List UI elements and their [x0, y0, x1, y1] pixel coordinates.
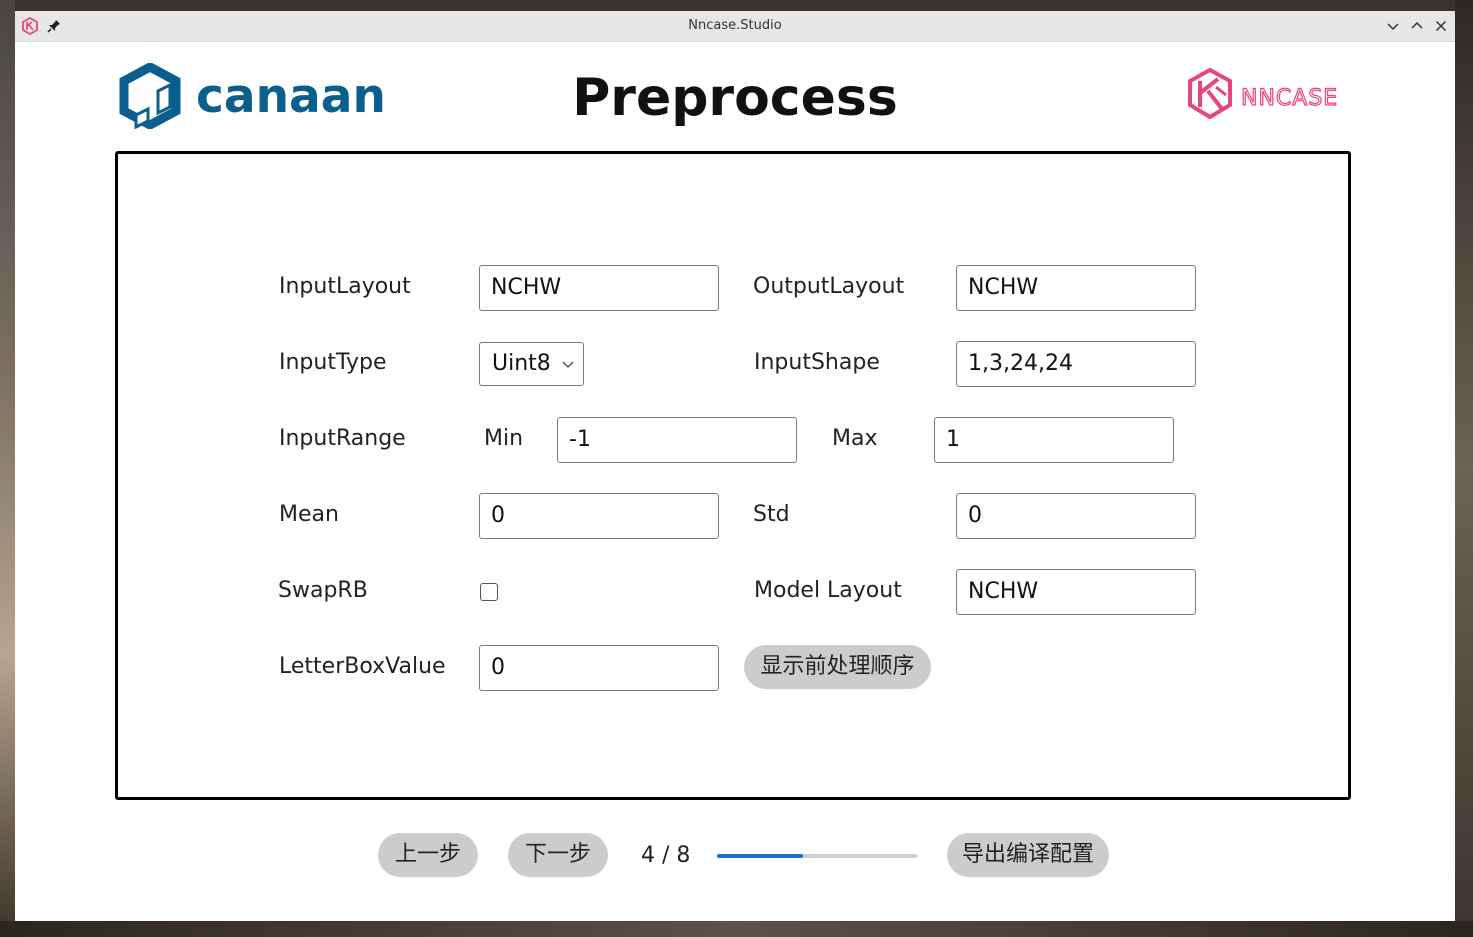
output-layout-field[interactable]: NCHW [956, 265, 1196, 311]
page-title: Preprocess [572, 68, 898, 128]
input-range-min-label: Min [484, 426, 524, 451]
output-layout-label: OutputLayout [753, 274, 905, 299]
mean-field[interactable]: 0 [479, 493, 719, 539]
letterbox-value-label: LetterBoxValue [279, 654, 446, 679]
window-title: Nncase.Studio [688, 18, 782, 33]
preprocess-panel [115, 151, 1351, 800]
nncase-logo-graphic: NNCASE [1188, 67, 1338, 120]
swap-rb-label: SwapRB [278, 578, 368, 603]
input-range-max-field[interactable]: 1 [934, 417, 1174, 463]
desktop-background-right [1455, 0, 1473, 937]
export-compile-config-button[interactable]: 导出编译配置 [947, 833, 1109, 877]
canaan-hexagon-icon [119, 63, 181, 129]
next-step-button[interactable]: 下一步 [508, 833, 608, 877]
input-range-label: InputRange [279, 426, 406, 451]
input-shape-label: InputShape [754, 350, 880, 375]
maximize-chevron-up-icon[interactable] [1408, 17, 1426, 35]
minimize-chevron-down-icon[interactable] [1384, 17, 1402, 35]
show-preprocess-order-button[interactable]: 显示前处理顺序 [744, 645, 931, 689]
input-layout-field[interactable]: NCHW [479, 265, 719, 311]
title-bar[interactable]: Nncase.Studio [15, 11, 1455, 42]
input-type-selected-value: Uint8 [492, 351, 551, 376]
mean-label: Mean [279, 502, 339, 527]
desktop-background-left [0, 0, 15, 937]
swap-rb-checkbox[interactable] [480, 583, 498, 601]
desktop-background-bottom [0, 921, 1473, 937]
input-type-select[interactable]: Uint8 [479, 342, 584, 386]
app-window: Nncase.Studio canaan Preprocess NNCASE I… [15, 11, 1455, 921]
close-icon[interactable] [1432, 17, 1450, 35]
input-range-min-field[interactable]: -1 [557, 417, 797, 463]
previous-step-button[interactable]: 上一步 [378, 833, 478, 877]
chevron-down-icon [562, 361, 574, 368]
model-layout-label: Model Layout [754, 578, 902, 603]
input-layout-label: InputLayout [279, 274, 411, 299]
std-field[interactable]: 0 [956, 493, 1196, 539]
step-progress-fill [717, 854, 803, 858]
page-indicator: 4 / 8 [641, 843, 691, 868]
model-layout-field[interactable]: NCHW [956, 569, 1196, 615]
nncase-logo-text: NNCASE [1241, 86, 1338, 111]
step-progress-bar [717, 854, 917, 858]
std-label: Std [753, 502, 790, 527]
input-type-label: InputType [279, 350, 387, 375]
input-range-max-label: Max [832, 426, 878, 451]
canaan-logo: canaan [118, 63, 386, 129]
nncase-logo: NNCASE [1184, 67, 1349, 125]
letterbox-value-field[interactable]: 0 [479, 645, 719, 691]
input-shape-field[interactable]: 1,3,24,24 [956, 341, 1196, 387]
canaan-logo-text: canaan [196, 69, 386, 124]
